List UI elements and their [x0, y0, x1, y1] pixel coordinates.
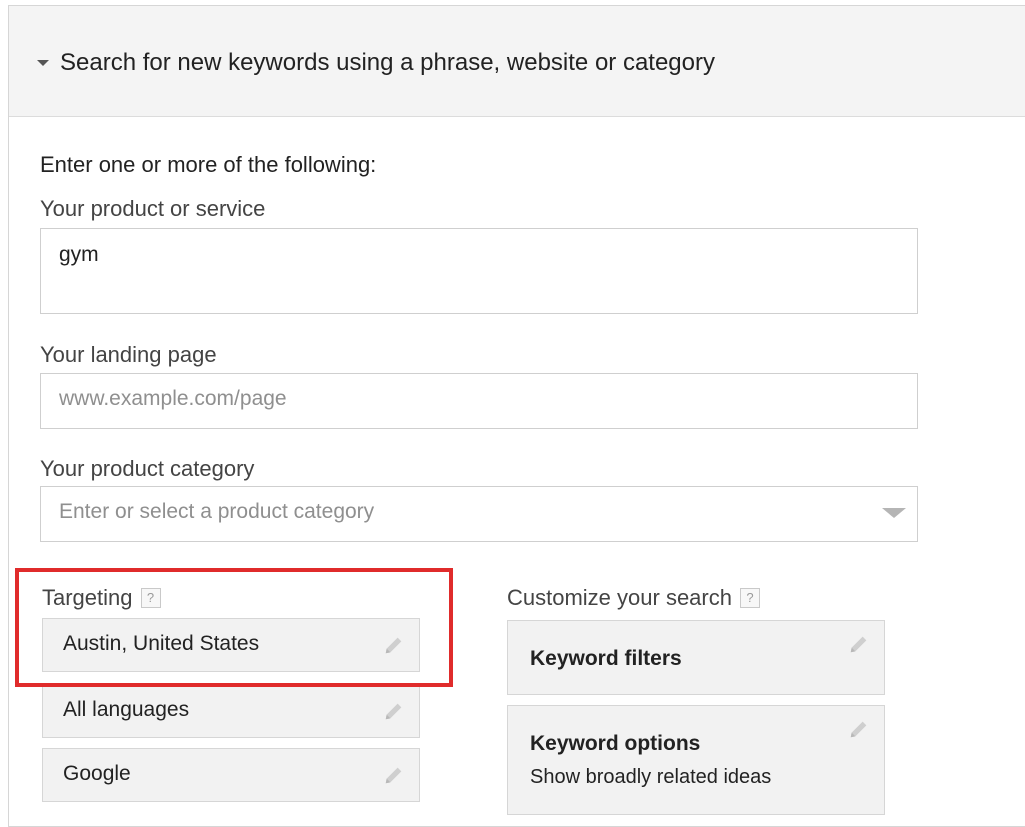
caret-down-icon[interactable]	[31, 51, 55, 75]
product-service-input[interactable]	[59, 243, 899, 293]
targeting-highlight-box	[15, 568, 453, 687]
pencil-icon[interactable]	[848, 633, 870, 655]
targeting-language[interactable]: All languages	[42, 684, 420, 738]
customize-label-text: Customize your search	[507, 585, 732, 610]
chevron-down-icon[interactable]	[882, 508, 906, 518]
landing-page-field[interactable]	[40, 373, 918, 429]
section-title[interactable]: Search for new keywords using a phrase, …	[60, 49, 715, 77]
keyword-options-card[interactable]: Keyword options Show broadly related ide…	[507, 705, 885, 815]
help-icon[interactable]: ?	[739, 588, 760, 608]
product-category-label: Your product category	[40, 456, 255, 481]
form-intro: Enter one or more of the following:	[40, 152, 377, 177]
landing-page-label: Your landing page	[40, 342, 217, 367]
keyword-options-title: Keyword options	[530, 732, 701, 755]
keyword-filters-card[interactable]: Keyword filters	[507, 620, 885, 695]
targeting-language-label: All languages	[63, 698, 190, 721]
product-service-label: Your product or service	[40, 196, 266, 221]
pencil-icon[interactable]	[383, 700, 405, 722]
product-category-select[interactable]: Enter or select a product category	[40, 486, 918, 542]
pencil-icon[interactable]	[383, 764, 405, 786]
keyword-filters-title: Keyword filters	[530, 647, 682, 670]
pencil-icon[interactable]	[848, 718, 870, 740]
section-header: Search for new keywords using a phrase, …	[9, 6, 1025, 117]
product-category-placeholder: Enter or select a product category	[59, 500, 375, 523]
customize-label: Customize your search?	[507, 585, 760, 611]
keyword-options-subtitle: Show broadly related ideas	[530, 766, 772, 788]
product-service-field[interactable]	[40, 228, 918, 314]
targeting-network[interactable]: Google	[42, 748, 420, 802]
landing-page-input[interactable]	[59, 387, 899, 411]
targeting-network-label: Google	[63, 762, 131, 785]
